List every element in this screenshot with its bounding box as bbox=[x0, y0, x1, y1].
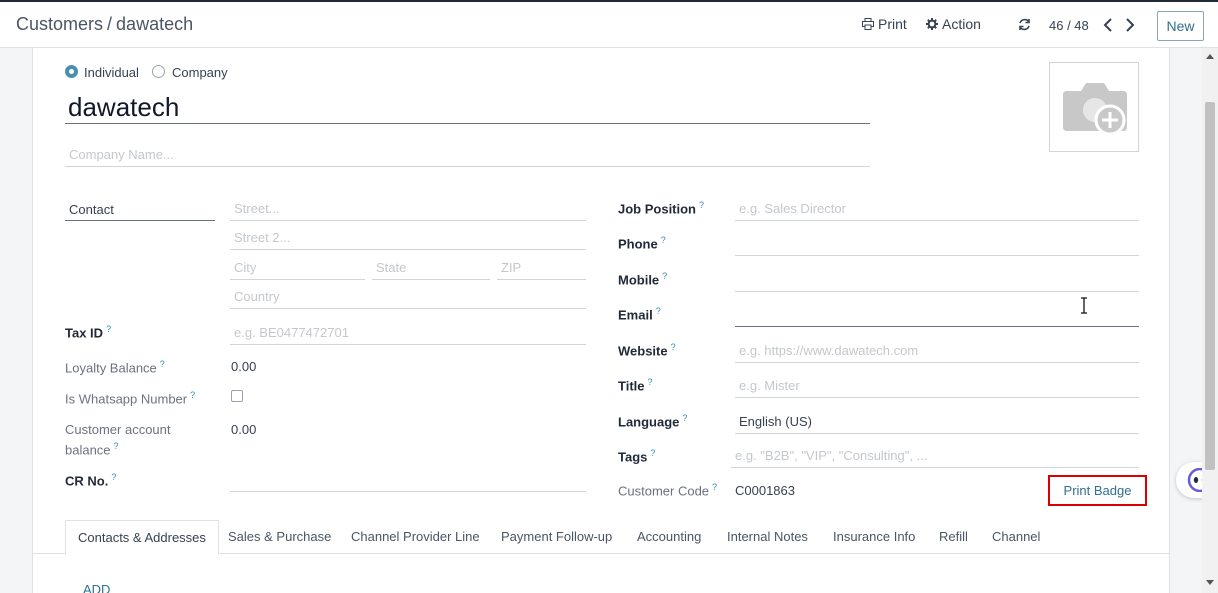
help-icon[interactable]: ? bbox=[671, 342, 676, 352]
radio-individual[interactable] bbox=[65, 65, 78, 78]
street-field[interactable]: Street... bbox=[230, 199, 586, 221]
city-field[interactable]: City bbox=[230, 258, 365, 280]
tab-insurance-info[interactable]: Insurance Info bbox=[833, 520, 915, 554]
tab-payment-follow-up[interactable]: Payment Follow-up bbox=[501, 520, 612, 554]
tab-channel[interactable]: Channel bbox=[992, 520, 1040, 554]
help-icon[interactable]: ? bbox=[712, 482, 717, 492]
pager-value[interactable]: 46 / 48 bbox=[1049, 18, 1089, 33]
tags-label: Tags? bbox=[618, 448, 656, 465]
tax-id-field[interactable]: e.g. BE0477472701 bbox=[230, 323, 586, 345]
action-button[interactable]: Action bbox=[926, 16, 981, 32]
scroll-thumb[interactable] bbox=[1205, 102, 1215, 470]
print-badge-button[interactable]: Print Badge bbox=[1048, 475, 1147, 506]
add-contact-link[interactable]: ADD bbox=[83, 582, 110, 593]
control-panel: Customers / dawatech Print Action 46 / 48 … bbox=[0, 0, 1218, 48]
tab-contacts-addresses[interactable]: Contacts & Addresses bbox=[65, 520, 219, 555]
customer-balance-label-line2: balance? bbox=[65, 441, 119, 458]
state-field[interactable]: State bbox=[372, 258, 490, 280]
help-icon[interactable]: ? bbox=[656, 306, 661, 316]
tab-refill[interactable]: Refill bbox=[939, 520, 968, 554]
help-icon[interactable]: ? bbox=[662, 271, 667, 281]
radio-company[interactable] bbox=[152, 65, 165, 78]
help-icon[interactable]: ? bbox=[661, 235, 666, 245]
email-label: Email? bbox=[618, 306, 661, 323]
tax-id-label: Tax ID? bbox=[65, 324, 112, 341]
mobile-label: Mobile? bbox=[618, 271, 668, 288]
tab-accounting[interactable]: Accounting bbox=[637, 520, 701, 554]
cr-no-field[interactable] bbox=[230, 470, 586, 492]
help-icon[interactable]: ? bbox=[682, 413, 687, 423]
action-label: Action bbox=[942, 16, 981, 32]
help-icon[interactable]: ? bbox=[650, 448, 655, 458]
customer-code-label: Customer Code? bbox=[618, 482, 718, 499]
website-field[interactable]: e.g. https://www.dawatech.com bbox=[735, 341, 1139, 363]
text-cursor-icon bbox=[1081, 297, 1087, 314]
breadcrumb-parent[interactable]: Customers bbox=[16, 14, 103, 34]
tags-field[interactable]: e.g. "B2B", "VIP", "Consulting", ... bbox=[731, 446, 1139, 468]
mobile-field[interactable] bbox=[735, 270, 1139, 292]
new-button[interactable]: New bbox=[1157, 11, 1204, 41]
breadcrumb-current: dawatech bbox=[116, 14, 194, 34]
chevron-right-icon[interactable] bbox=[1123, 17, 1137, 33]
help-icon[interactable]: ? bbox=[190, 390, 195, 400]
breadcrumb: Customers / dawatech bbox=[16, 14, 193, 35]
help-icon[interactable]: ? bbox=[114, 441, 119, 451]
customer-balance-label-line1: Customer account bbox=[65, 422, 171, 437]
job-position-field[interactable]: e.g. Sales Director bbox=[735, 199, 1139, 221]
scroll-down-icon[interactable] bbox=[1206, 580, 1214, 585]
whatsapp-label: Is Whatsapp Number? bbox=[65, 390, 196, 407]
street2-field[interactable]: Street 2... bbox=[230, 228, 586, 250]
tab-channel-provider-line[interactable]: Channel Provider Line bbox=[351, 520, 480, 554]
company-name-field[interactable]: Company Name... bbox=[65, 145, 870, 167]
tab-sales-purchase[interactable]: Sales & Purchase bbox=[228, 520, 331, 554]
print-icon bbox=[862, 18, 874, 30]
gear-icon bbox=[926, 18, 938, 30]
print-label: Print bbox=[878, 16, 907, 32]
loyalty-balance-label: Loyalty Balance? bbox=[65, 359, 165, 376]
whatsapp-checkbox[interactable] bbox=[231, 390, 243, 402]
website-label: Website? bbox=[618, 342, 676, 359]
help-icon[interactable]: ? bbox=[106, 324, 111, 334]
refresh-icon[interactable] bbox=[1018, 18, 1031, 31]
help-icon[interactable]: ? bbox=[648, 377, 653, 387]
tab-internal-notes[interactable]: Internal Notes bbox=[727, 520, 808, 554]
loyalty-balance-value: 0.00 bbox=[231, 359, 257, 374]
language-label: Language? bbox=[618, 413, 688, 430]
zip-field[interactable]: ZIP bbox=[497, 258, 586, 280]
page-scrollbar[interactable] bbox=[1202, 48, 1218, 593]
radio-company-label[interactable]: Company bbox=[172, 65, 228, 80]
phone-label: Phone? bbox=[618, 235, 666, 252]
customer-code-value: C0001863 bbox=[735, 483, 795, 498]
cr-no-label: CR No.? bbox=[65, 472, 117, 489]
language-select[interactable]: English (US) bbox=[735, 412, 1139, 434]
title-label: Title? bbox=[618, 377, 653, 394]
breadcrumb-separator: / bbox=[107, 14, 113, 34]
title-field[interactable]: e.g. Mister bbox=[735, 376, 1139, 398]
notebook-tabs: Contacts & Addresses Sales & Purchase Ch… bbox=[33, 520, 1170, 555]
print-button[interactable]: Print bbox=[862, 16, 907, 32]
help-icon[interactable]: ? bbox=[699, 200, 704, 210]
customer-balance-value: 0.00 bbox=[231, 422, 257, 437]
camera-add-icon bbox=[1063, 83, 1127, 136]
avatar[interactable] bbox=[1049, 62, 1139, 152]
address-type-select[interactable]: Contact bbox=[65, 200, 215, 221]
chevron-left-icon[interactable] bbox=[1101, 17, 1115, 33]
help-icon[interactable]: ? bbox=[111, 472, 116, 482]
phone-field[interactable] bbox=[735, 234, 1139, 256]
job-position-label: Job Position? bbox=[618, 200, 705, 217]
radio-individual-label[interactable]: Individual bbox=[84, 65, 139, 80]
scroll-up-icon[interactable] bbox=[1206, 54, 1214, 59]
country-field[interactable]: Country bbox=[230, 287, 586, 309]
help-icon[interactable]: ? bbox=[160, 359, 165, 369]
partner-name-field[interactable]: dawatech bbox=[65, 92, 870, 124]
